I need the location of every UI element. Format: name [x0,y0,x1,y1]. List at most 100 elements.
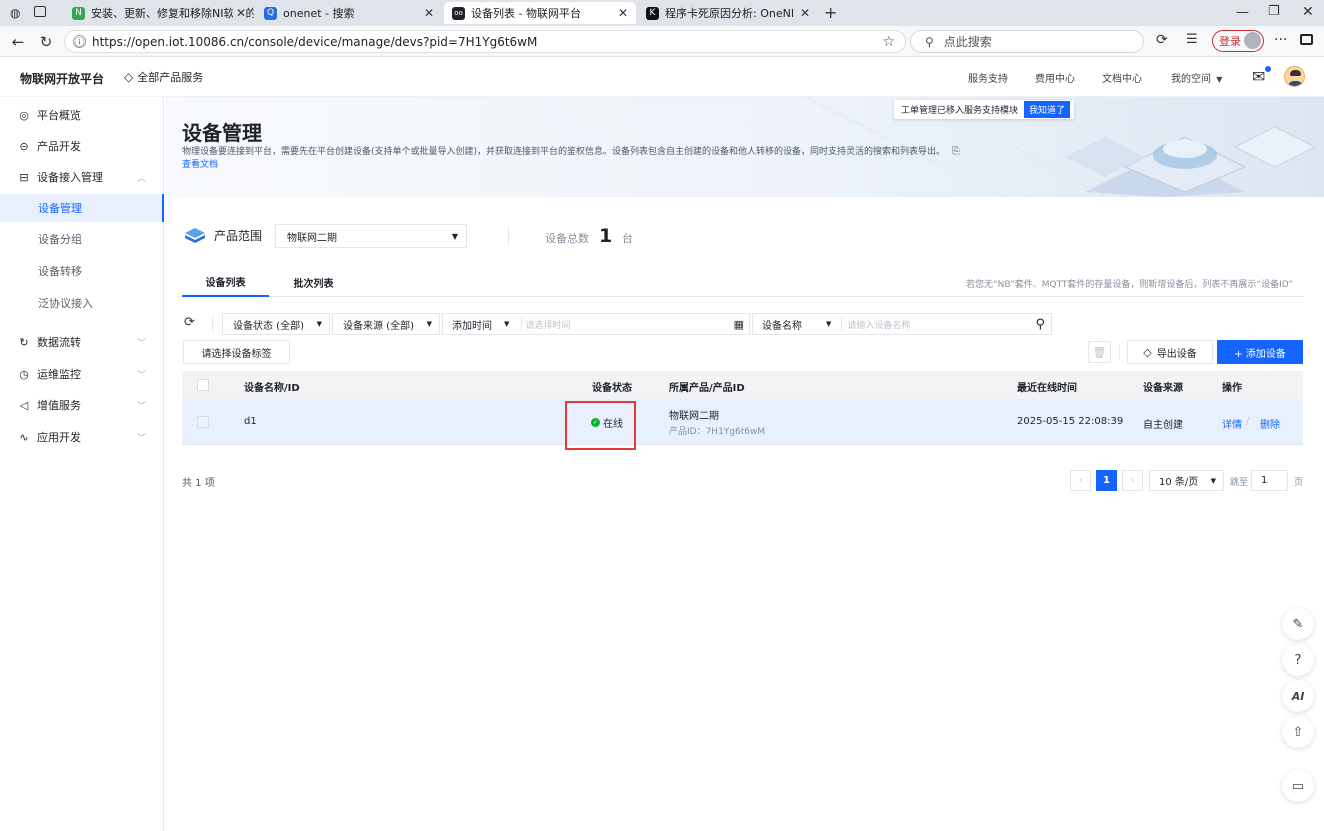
acknowledge-button[interactable]: 我知道了 [1024,101,1071,118]
jump-input[interactable]: 1 [1251,470,1288,491]
sidebar-sub-device-manage[interactable]: 设备管理 [0,194,164,222]
mail-icon[interactable]: ✉ [1252,67,1265,86]
extensions-icon[interactable]: ⟳ [1156,32,1168,48]
tab-program-analysis[interactable]: K 程序卡死原因分析: OneNET_Aut ✕ [638,2,818,24]
product-name[interactable]: 物联网二期 [669,407,719,422]
tab-onenet-search[interactable]: Q onenet - 搜索 ✕ [256,2,442,24]
minimize-button[interactable]: — [1236,5,1249,20]
time-filter[interactable]: 添加时间 ▼ 请选择时间 ▦ [442,313,750,335]
window-close-button[interactable]: ✕ [1302,4,1314,20]
product-cube-icon [185,228,205,243]
sidebar-item-value-added[interactable]: ◁ 增值服务 ﹀ [0,391,164,419]
status-filter[interactable]: 设备状态 (全部) ▼ [222,313,330,335]
copy-icon[interactable]: ⎘ [952,146,960,157]
browser-tab-bar: ◍ N 安装、更新、修复和移除NI软件的 ✕ Q onenet - 搜索 ✕ o… [0,0,1324,26]
tab-actions-icon[interactable] [34,6,46,17]
sidebar-item-data-flow[interactable]: ↻ 数据流转 ﹀ [0,328,164,356]
user-avatar[interactable] [1284,66,1305,87]
tab-ni-software[interactable]: N 安装、更新、修复和移除NI软件的 ✕ [64,2,254,24]
back-arrow-icon[interactable]: ← [8,32,28,52]
sidebar-item-overview[interactable]: ◎ 平台概览 [0,101,164,129]
site-info-icon[interactable]: ⓘ [73,35,86,49]
close-icon[interactable]: ✕ [424,6,434,20]
product-select[interactable]: 物联网二期 ▼ [275,224,467,248]
restore-button[interactable]: ❐ [1268,4,1280,19]
avatar-body [1288,81,1303,86]
select-all-checkbox[interactable] [197,379,209,391]
sidebar-sub-protocol-access[interactable]: 泛协议接入 [0,289,164,317]
upload-icon[interactable]: ⇧ [1282,716,1314,748]
page-size-select[interactable]: 10 条/页 ▼ [1149,470,1224,491]
brand-logo[interactable]: 物联网开放平台 [20,70,104,87]
calendar-icon[interactable]: ▦ [734,318,744,331]
delete-trash-icon[interactable]: 🗑 [1088,341,1111,363]
page-number-button[interactable]: 1 [1096,470,1117,491]
source-filter[interactable]: 设备来源 (全部) ▼ [332,313,440,335]
ai-icon[interactable]: AI [1282,680,1314,712]
sidebar-item-device-access[interactable]: ⊟ 设备接入管理 ︿ [0,163,164,191]
sidebar-item-label: 平台概览 [37,109,81,122]
sidebar-item-ops-monitor[interactable]: ◷ 运维监控 ﹀ [0,360,164,388]
nav-support[interactable]: 服务支持 [968,70,1008,85]
workspaces-icon[interactable]: ◍ [10,6,20,20]
search-favicon-icon: Q [264,6,277,20]
delete-link[interactable]: 删除 [1260,416,1280,431]
divider [212,316,213,332]
sidebar-item-app-dev[interactable]: ∿ 应用开发 ﹀ [0,423,164,451]
tab-device-list[interactable]: oo 设备列表 - 物联网平台 ✕ [444,2,636,24]
doc-link[interactable]: 查看文档 [182,157,218,170]
nav-docs[interactable]: 文档中心 [1102,70,1142,85]
export-button[interactable]: ◇ 导出设备 [1127,340,1213,364]
edit-icon[interactable]: ✎ [1282,608,1314,640]
url-field[interactable]: ⓘ https://open.iot.10086.cn/console/devi… [64,30,906,53]
sidebar-item-product-dev[interactable]: ⊝ 产品开发 [0,132,164,160]
action-separator: / [1246,416,1250,427]
chevron-down-icon: ﹀ [136,433,146,444]
url-text: https://open.iot.10086.cn/console/device… [92,34,538,49]
panel-icon[interactable]: ▭ [1282,770,1314,802]
search-box[interactable]: ⚲ 点此搜索 [910,30,1144,53]
tag-select-button[interactable]: 请选择设备标签 [183,340,290,364]
all-products-menu[interactable]: ◇ 全部产品服务 [124,69,203,85]
name-search[interactable]: 设备名称 ▼ 请输入设备名称 ⚲ [752,313,1052,335]
close-icon[interactable]: ✕ [232,6,246,20]
sidebar-toggle-icon[interactable] [1300,34,1313,45]
nav-billing[interactable]: 费用中心 [1035,70,1075,85]
tab-hint: 若您无“NB”套件、MQTT套件的存量设备，则新增设备后，列表不再展示“设备ID… [966,280,1294,290]
profile-avatar-icon [1244,32,1261,49]
page-description: 物理设备要连接到平台，需要先在平台创建设备(支持单个或批量导入创建)，并获取连接… [182,144,1002,157]
refresh-icon[interactable]: ⟳ [184,315,195,330]
nav-my-space[interactable]: 我的空间 ▼ [1171,70,1222,85]
favorite-star-icon[interactable]: ☆ [882,34,895,50]
device-name[interactable]: d1 [244,416,257,427]
caret-down-icon: ▼ [316,320,322,328]
prev-page-button[interactable]: ‹ [1070,470,1091,491]
last-online-time: 2025-05-15 22:08:39 [1017,416,1124,427]
notification-dot [1265,66,1271,72]
more-options-icon[interactable]: ··· [1274,32,1287,48]
next-page-button[interactable]: › [1122,470,1143,491]
page-size-value: 10 条/页 [1159,477,1199,488]
search-icon[interactable]: ⚲ [1035,317,1045,332]
sidebar-sub-device-transfer[interactable]: 设备转移 [0,257,164,285]
table-row[interactable]: d1 ✓ 在线 物联网二期 产品ID：7H1Yg6t6wM 2025-05-15… [182,399,1303,445]
login-button[interactable]: 登录 [1212,30,1264,52]
favorites-icon[interactable]: ☰ [1186,32,1198,47]
tab-device-list[interactable]: 设备列表 [182,268,269,297]
add-device-button[interactable]: + 添加设备 [1217,340,1303,364]
close-icon[interactable]: ✕ [618,6,628,20]
col-header-last-online: 最近在线时间 [1017,383,1077,394]
close-icon[interactable]: ✕ [796,6,810,20]
row-checkbox[interactable] [197,416,209,428]
col-header-status: 设备状态 [592,383,632,394]
tab-batch-list[interactable]: 批次列表 [270,268,357,297]
divider [1119,345,1120,359]
tab-label: 程序卡死原因分析: OneNET_Aut [665,7,793,20]
refresh-icon[interactable]: ↻ [36,32,56,52]
value-added-icon: ◁ [19,398,29,412]
sidebar-sub-device-group[interactable]: 设备分组 [0,225,164,253]
help-icon[interactable]: ? [1282,644,1314,676]
caret-down-icon: ▼ [451,231,458,241]
detail-link[interactable]: 详情 [1222,416,1242,431]
new-tab-button[interactable]: + [824,3,837,22]
